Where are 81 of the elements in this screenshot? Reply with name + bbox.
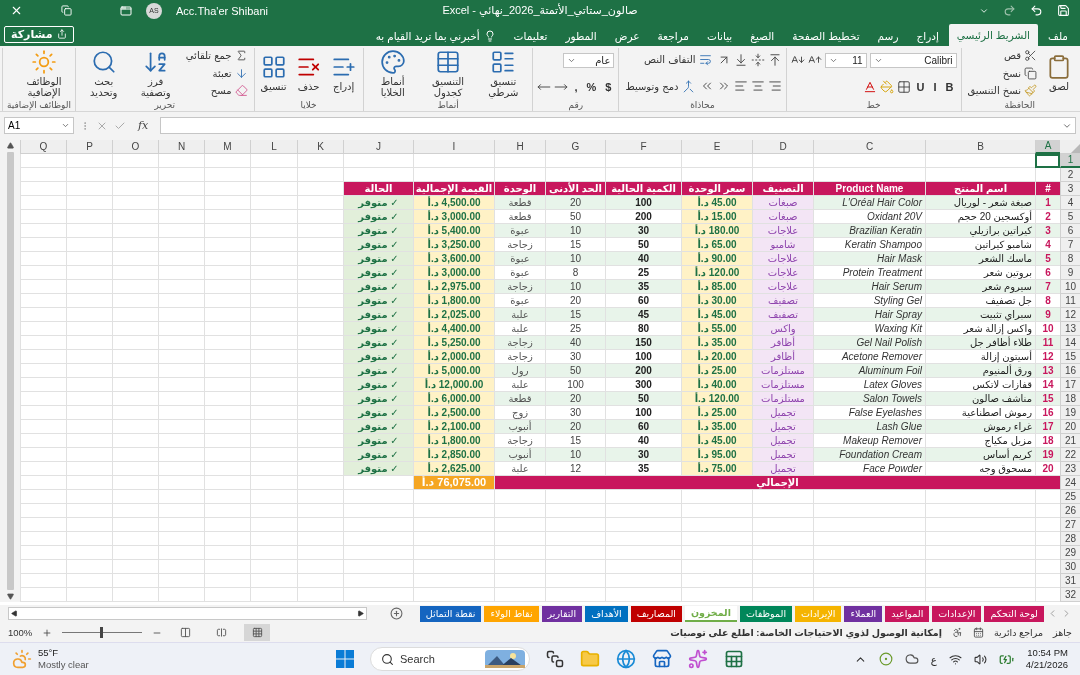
format-button[interactable]: U [913, 80, 928, 93]
ribbon-button[interactable]: تنسيق [258, 53, 289, 94]
group-label: محاذاة [689, 98, 716, 111]
sheet-tab[interactable]: التقارير [541, 605, 583, 622]
ribbon-tab[interactable]: تعليمات [505, 25, 556, 46]
group-label: الحافظة [1003, 98, 1036, 111]
ribbon-tab[interactable]: إدراج [908, 25, 947, 46]
ribbon-button[interactable]: نسخ التنسيق [965, 84, 1039, 98]
sheet-tab[interactable]: نقطة التماثل [419, 605, 482, 622]
ribbon-button[interactable]: تنسيق شرطي [478, 47, 529, 99]
table-header-cell: سعر الوحدة [681, 181, 752, 196]
ribbon-button[interactable]: قص [1001, 49, 1039, 62]
format-button[interactable]: B [942, 80, 957, 93]
table-header-cell: التصنيف [752, 181, 813, 196]
ribbon-button[interactable]: التفاف النص [641, 53, 714, 67]
table-header-cell: اسم المنتج [925, 181, 1035, 196]
table-header-cell: الوحدة [494, 181, 545, 196]
ribbon-button[interactable]: بحث وتحديد [80, 47, 128, 99]
ribbon-field[interactable]: Calibri [869, 52, 957, 68]
format-button[interactable]: % [583, 80, 600, 93]
ribbon-button[interactable]: لصق [1044, 53, 1074, 94]
table-header-cell: الحالة [343, 181, 413, 196]
group-label: رقم [567, 98, 585, 111]
ribbon-button[interactable]: الوظائف الإضافية [17, 47, 71, 99]
ribbon-field[interactable]: 11 [824, 52, 867, 68]
group-label: تحرير [153, 99, 177, 111]
ribbon-tab[interactable]: رسم [869, 25, 907, 46]
ribbon-button[interactable]: نسخ [1000, 66, 1039, 80]
ribbon-button[interactable]: فرز وتصفية [132, 47, 179, 99]
temperature: 55°F [38, 647, 60, 660]
group-label: أنماط [437, 98, 459, 111]
ribbon-button[interactable]: إدراج [328, 53, 359, 94]
name-box[interactable]: A1 [4, 117, 74, 135]
sheet-tab[interactable]: المواعيد [885, 605, 930, 622]
ribbon-tab[interactable]: تخطيط الصفحة [784, 25, 868, 46]
ribbon-button[interactable]: تعبئة [210, 66, 250, 80]
ribbon-tab[interactable]: بيانات [699, 25, 741, 46]
ribbon-tab[interactable]: عرض [606, 25, 648, 46]
group-label: خط [865, 98, 882, 111]
group-label: خلايا [299, 98, 318, 111]
weather-text: Mostly clear [38, 659, 89, 672]
ribbon-tab[interactable]: الشريط الرئيسي [948, 23, 1038, 46]
mode-label: جاهز [1052, 627, 1072, 639]
ribbon-button[interactable]: التنسيق كجدول [422, 47, 474, 99]
sheet-tab[interactable]: لوحة التحكم [984, 605, 1044, 622]
ribbon-field[interactable]: عام [563, 52, 615, 68]
ribbon-tab[interactable]: ملف [1040, 25, 1076, 46]
zoom-level[interactable]: 100% [8, 627, 33, 639]
table-header-cell: الكمية الحالية [605, 181, 681, 196]
sheet-tab[interactable]: المصاريف [630, 605, 682, 622]
sheet-tab[interactable]: الأهداف [585, 605, 628, 622]
circular-references-label[interactable]: مراجع دائرية [993, 627, 1043, 639]
ribbon-tab[interactable]: مراجعة [649, 25, 697, 46]
tell-me-field[interactable]: أخبرني بما تريد القيام به [375, 29, 480, 42]
accessibility-status[interactable]: إمكانية الوصول لذوي الاحتياجات الخاصة: اطلع على توصيات [670, 627, 942, 639]
user-name: Acc.Tha'er Shibani [176, 4, 268, 17]
ribbon-button[interactable]: دمج وتوسيط [623, 79, 697, 93]
format-button[interactable]: $ [602, 80, 615, 93]
table-header-cell: Product Name [813, 181, 925, 196]
window-title: صالون_ستاتي_الأتمتة_2026_نهائي - Excel [442, 4, 638, 18]
search-field[interactable]: Search [370, 647, 530, 672]
sheet-tab[interactable]: الإعدادات [932, 605, 982, 622]
clock-time[interactable]: 10:54 PM [1027, 647, 1068, 660]
insert-function-button[interactable]: fx [132, 119, 155, 133]
table-header-cell: القيمة الإجمالية [413, 181, 494, 196]
clock-date[interactable]: 4/21/2026 [1025, 659, 1068, 672]
share-button[interactable]: مشاركة [4, 25, 74, 43]
language-indicator[interactable]: ع [930, 653, 937, 665]
format-button[interactable]: , [571, 80, 581, 93]
ribbon-button[interactable]: جمع تلقائي [183, 49, 250, 62]
sheet-tab[interactable]: الموظفات [739, 605, 793, 622]
table-header-cell: # [1035, 181, 1060, 196]
ribbon-button[interactable]: مسح [208, 84, 250, 98]
ribbon-tab[interactable]: المطور [557, 25, 605, 46]
format-button[interactable]: I [930, 80, 940, 93]
ribbon-button[interactable]: حذف [293, 53, 324, 94]
group-label: الوظائف الإضافية [7, 99, 71, 111]
ribbon-tab[interactable]: الصيغ [742, 25, 783, 46]
sheet-tab[interactable]: العملاء [844, 605, 883, 622]
ribbon-button[interactable]: أنماط الخلايا [367, 47, 418, 99]
table-header-cell: الحد الأدنى [545, 181, 605, 196]
